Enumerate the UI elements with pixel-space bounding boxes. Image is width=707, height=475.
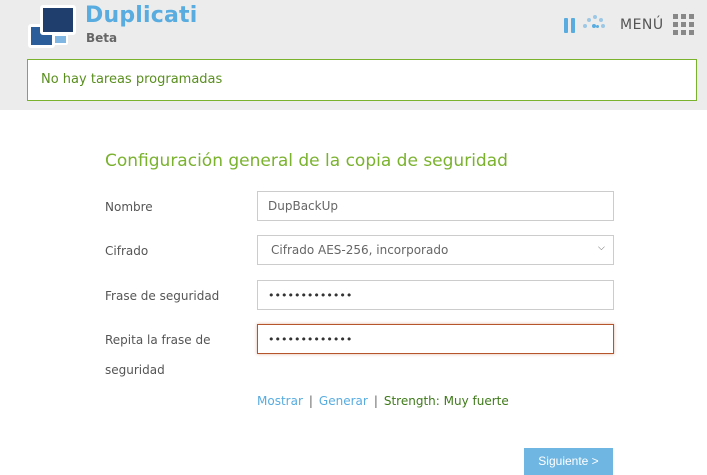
status-bar: No hay tareas programadas xyxy=(27,59,697,101)
logo-square-big xyxy=(40,5,76,35)
app-edition: Beta xyxy=(86,31,118,45)
show-link[interactable]: Mostrar xyxy=(257,394,303,408)
repeat-passphrase-mask: ••••••••••••• xyxy=(268,333,353,346)
generate-link[interactable]: Generar xyxy=(319,394,368,408)
grid-icon[interactable] xyxy=(673,14,694,35)
pause-icon[interactable] xyxy=(564,18,576,33)
logo-square-light xyxy=(53,34,68,45)
chevron-down-icon: ⌵ xyxy=(598,243,605,253)
throttle-icon[interactable] xyxy=(583,15,605,33)
name-label: Nombre xyxy=(105,200,153,214)
passphrase-actions: Mostrar | Generar | Strength: Muy fuerte xyxy=(257,393,509,409)
status-message: No hay tareas programadas xyxy=(41,72,223,87)
duplicati-logo[interactable] xyxy=(28,4,78,49)
passphrase-input[interactable]: ••••••••••••• xyxy=(257,280,614,310)
passphrase-mask: ••••••••••••• xyxy=(268,289,353,302)
menu-button[interactable]: MENÚ xyxy=(620,17,664,33)
encryption-selected-value: Cifrado AES-256, incorporado xyxy=(271,243,449,257)
encryption-select[interactable]: Cifrado AES-256, incorporado ⌵ xyxy=(257,235,614,265)
app-title[interactable]: Duplicati xyxy=(85,3,198,28)
passphrase-label: Frase de seguridad xyxy=(105,289,220,303)
top-header: Duplicati Beta MENÚ No hay tareas progra… xyxy=(0,0,707,110)
repeat-passphrase-input[interactable]: ••••••••••••• xyxy=(257,324,614,354)
encryption-label: Cifrado xyxy=(105,244,149,258)
separator: | xyxy=(308,394,313,408)
next-button[interactable]: Siguiente > xyxy=(524,448,613,475)
repeat-passphrase-label: Repita la frase de seguridad xyxy=(105,333,211,377)
strength-indicator: Strength: Muy fuerte xyxy=(383,394,509,408)
separator: | xyxy=(373,394,378,408)
name-input[interactable]: DupBackUp xyxy=(257,191,614,221)
page-title: Configuración general de la copia de seg… xyxy=(105,151,508,171)
